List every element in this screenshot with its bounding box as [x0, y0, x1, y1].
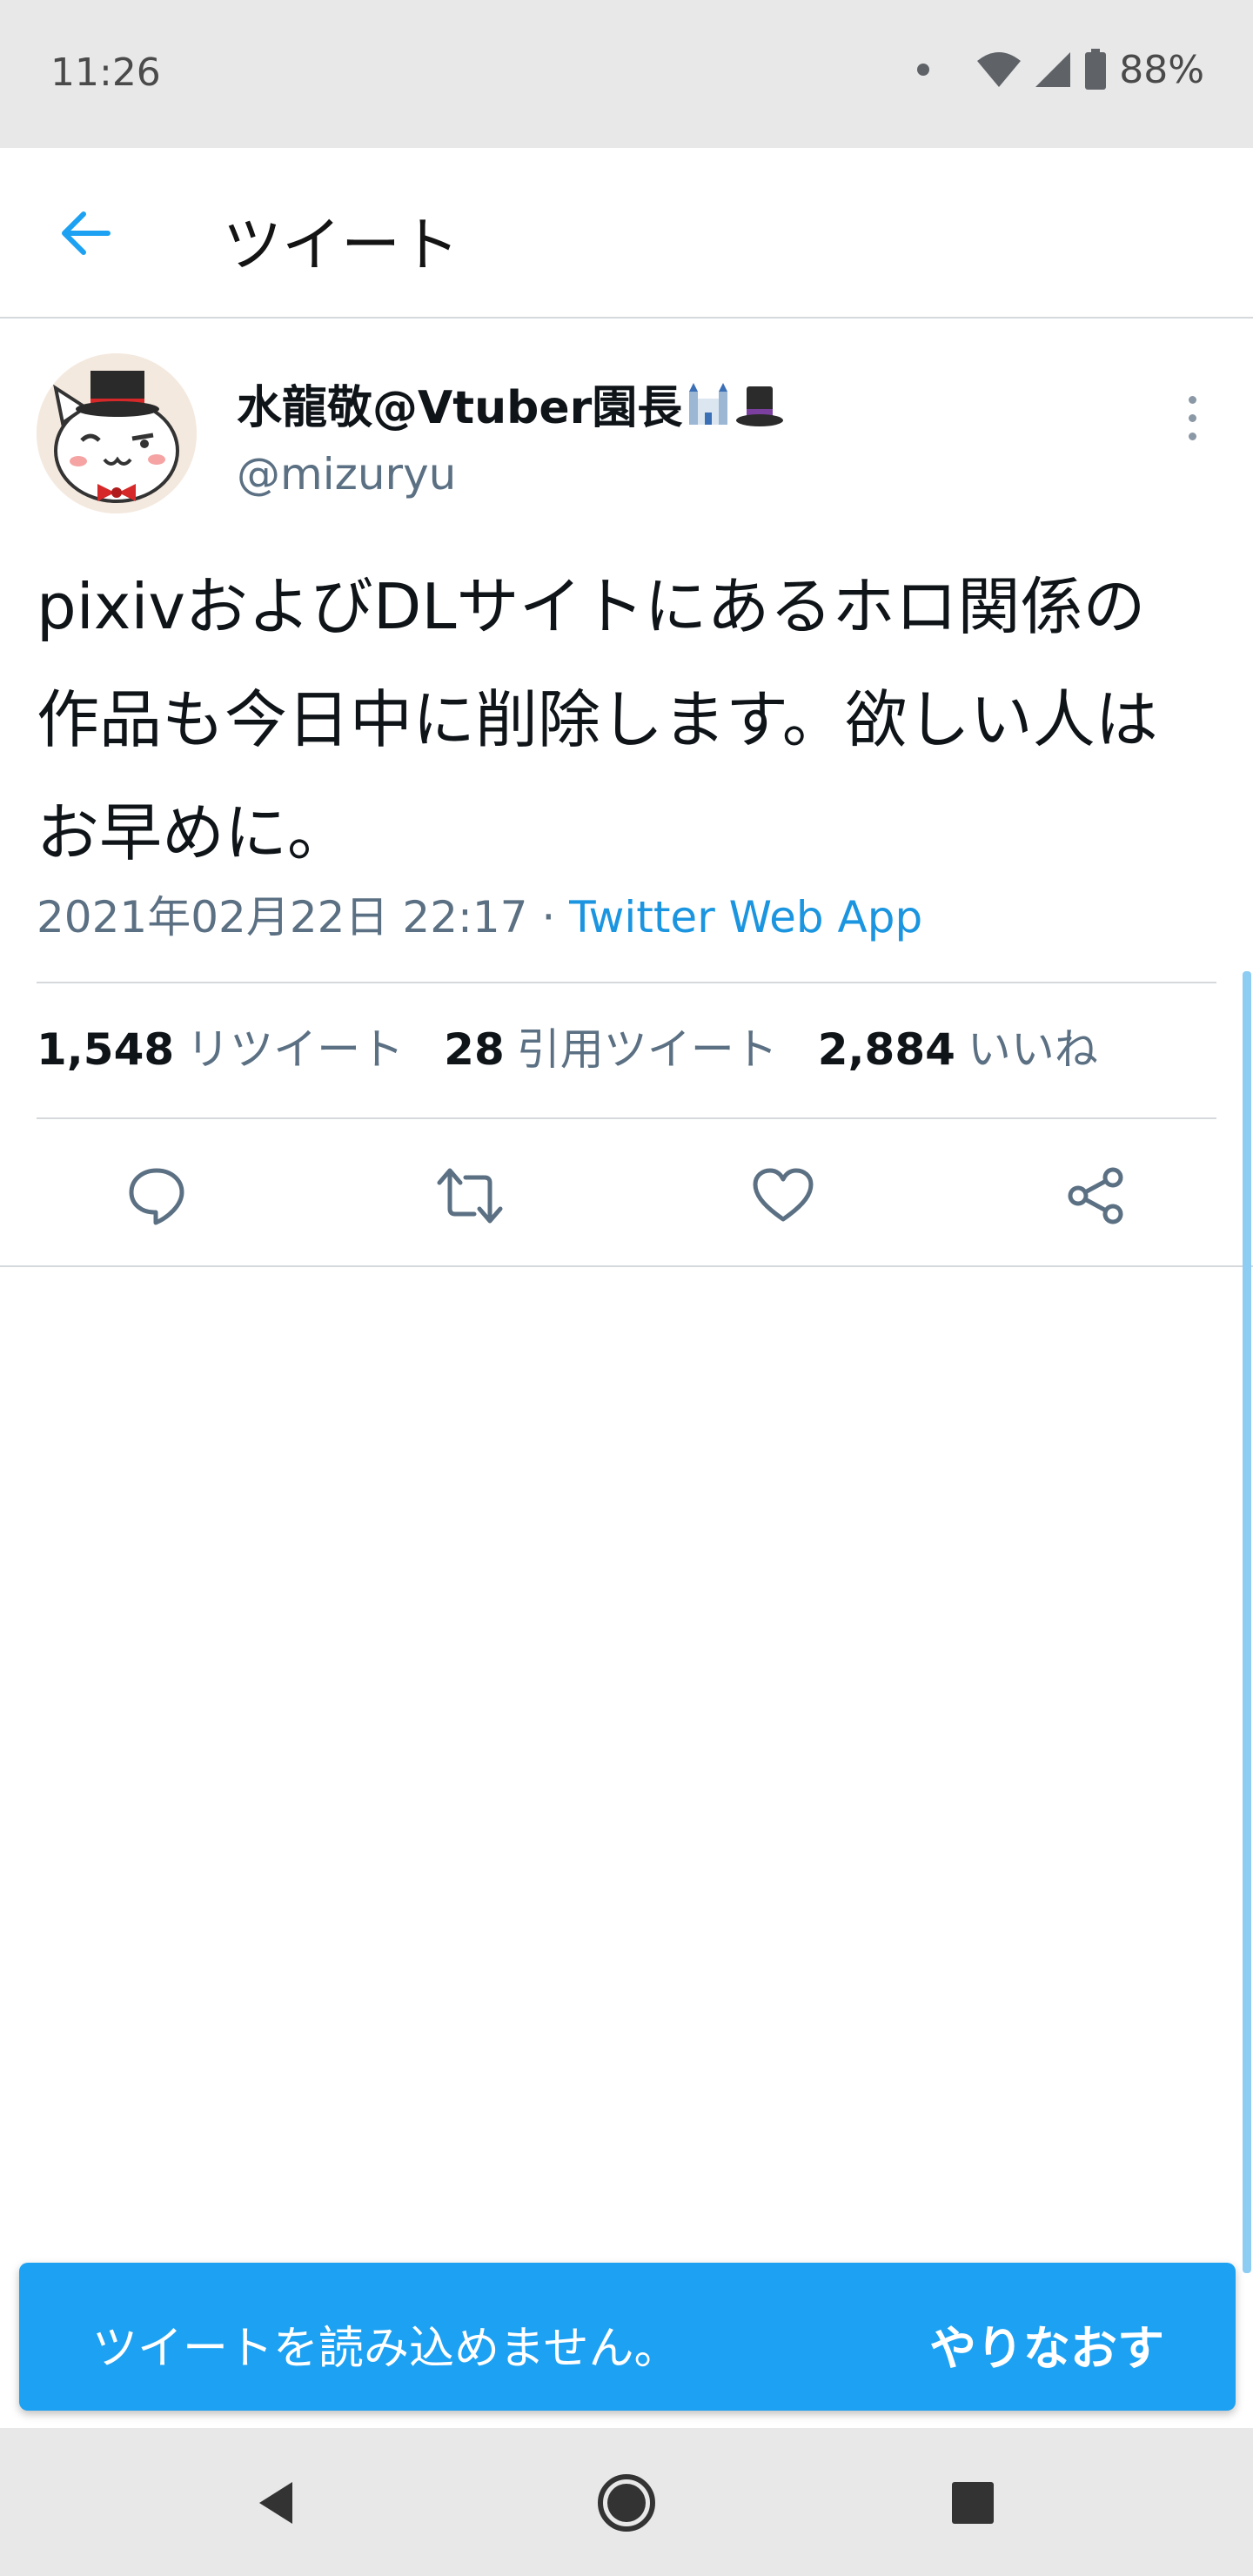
notification-dot-icon — [917, 64, 930, 76]
status-icons: 88% — [917, 45, 1204, 94]
snackbar-message: ツイートを読み込めません。 — [92, 2323, 680, 2375]
error-snackbar: ツイートを読み込めません。 やりなおす — [19, 2263, 1236, 2411]
nav-home-button[interactable] — [590, 2466, 663, 2539]
tweet-text: pixivおよびDLサイトにあるホロ関係の作品も今日中に削除します。欲しい人はお… — [37, 570, 1158, 869]
avatar[interactable] — [37, 353, 197, 513]
more-options-button[interactable] — [1166, 374, 1218, 461]
like-stat[interactable]: 2,884 いいね — [818, 1015, 1098, 1077]
stat-count: 28 — [444, 1024, 505, 1075]
cell-signal-icon — [1035, 52, 1071, 87]
stat-label: 引用ツイート — [516, 1024, 778, 1075]
system-nav-bar — [0, 2428, 1253, 2576]
retweet-button[interactable] — [430, 1156, 510, 1236]
reply-icon — [129, 1168, 184, 1225]
divider — [37, 1117, 1216, 1119]
retweet-stat[interactable]: 1,548 リツイート — [37, 1015, 404, 1077]
page-title: ツイート — [223, 211, 460, 280]
stat-count: 2,884 — [817, 1024, 955, 1075]
stat-label: リツイート — [186, 1024, 405, 1075]
home-circle-icon — [598, 2474, 655, 2532]
arrow-left-icon — [62, 211, 111, 255]
more-dot — [1188, 413, 1196, 422]
display-name[interactable]: 水龍敬@Vtuber園長 — [237, 371, 785, 439]
wifi-icon — [977, 52, 1022, 87]
tweet-stats: 1,548 リツイート 28 引用ツイート 2,884 いいね — [37, 1015, 1098, 1077]
user-handle[interactable]: @mizuryu — [237, 449, 456, 500]
retweet-icon — [437, 1168, 503, 1224]
divider — [37, 982, 1216, 983]
app-bar: ツイート — [0, 148, 1253, 319]
source-app-link[interactable]: Twitter Web App — [569, 892, 922, 943]
stat-count: 1,548 — [37, 1024, 175, 1075]
castle-emoji-icon — [686, 382, 731, 439]
tweet-actions — [0, 1124, 1253, 1267]
display-name-text: 水龍敬@Vtuber園長 — [237, 382, 683, 434]
retry-button[interactable]: やりなおす — [929, 2310, 1164, 2378]
cat-mascot-avatar-icon — [37, 353, 197, 513]
back-triangle-icon — [259, 2482, 292, 2524]
battery-percent: 88% — [1119, 47, 1204, 92]
tweet-timestamp[interactable]: 2021年02月22日 22:17 — [37, 892, 527, 943]
like-icon — [753, 1168, 814, 1222]
back-button[interactable] — [44, 191, 127, 275]
stat-label: いいね — [967, 1024, 1098, 1075]
scrollbar[interactable] — [1243, 971, 1251, 2273]
tweet-meta: 2021年02月22日 22:17 · Twitter Web App — [37, 882, 922, 945]
reply-button[interactable] — [117, 1156, 197, 1236]
status-bar: 11:26 88% — [0, 0, 1253, 148]
status-time: 11:26 — [50, 50, 161, 95]
share-button[interactable] — [1056, 1156, 1136, 1236]
quote-tweet-stat[interactable]: 28 引用ツイート — [444, 1015, 778, 1077]
top-hat-emoji-icon — [734, 383, 785, 439]
more-dot — [1188, 395, 1196, 404]
nav-recents-button[interactable] — [936, 2466, 1009, 2539]
battery-icon — [1085, 49, 1107, 90]
nav-back-button[interactable] — [240, 2466, 313, 2539]
recents-square-icon — [952, 2482, 994, 2524]
more-dot — [1188, 432, 1196, 440]
like-button[interactable] — [743, 1156, 823, 1236]
share-icon — [1068, 1167, 1123, 1224]
meta-separator: · — [527, 892, 570, 943]
